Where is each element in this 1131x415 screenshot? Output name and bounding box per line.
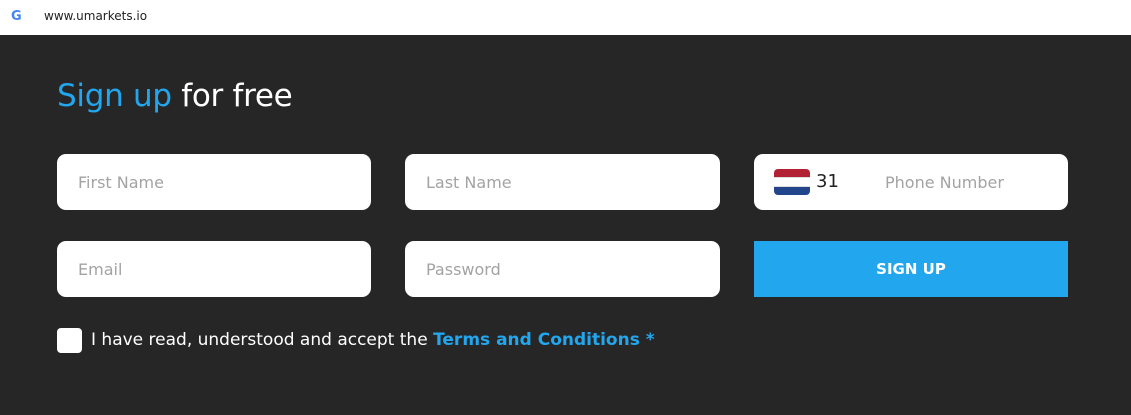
password-input[interactable] (405, 241, 720, 297)
terms-label: I have read, understood and accept the T… (91, 330, 655, 350)
first-name-input[interactable] (57, 154, 371, 210)
password-field (405, 241, 720, 297)
title-accent: Sign up (57, 78, 172, 114)
sign-up-button[interactable]: SIGN UP (754, 241, 1068, 297)
title-rest: for free (171, 78, 293, 114)
email-input[interactable] (57, 241, 371, 297)
last-name-field (405, 154, 720, 210)
netherlands-flag-icon[interactable] (774, 169, 810, 195)
first-name-field (57, 154, 371, 210)
browser-address-bar: G www.umarkets.io (0, 0, 1131, 35)
dial-code[interactable]: 31 (816, 171, 839, 192)
phone-field: 31 (754, 154, 1068, 210)
terms-checkbox[interactable] (57, 328, 82, 353)
google-g-icon: G (11, 9, 22, 24)
phone-number-input[interactable] (864, 154, 1064, 210)
terms-text: I have read, understood and accept the (91, 330, 434, 350)
last-name-input[interactable] (405, 154, 720, 210)
terms-link[interactable]: Terms and Conditions * (433, 330, 655, 350)
page-title: Sign up for free (57, 78, 293, 114)
url-text[interactable]: www.umarkets.io (44, 9, 147, 23)
email-field (57, 241, 371, 297)
